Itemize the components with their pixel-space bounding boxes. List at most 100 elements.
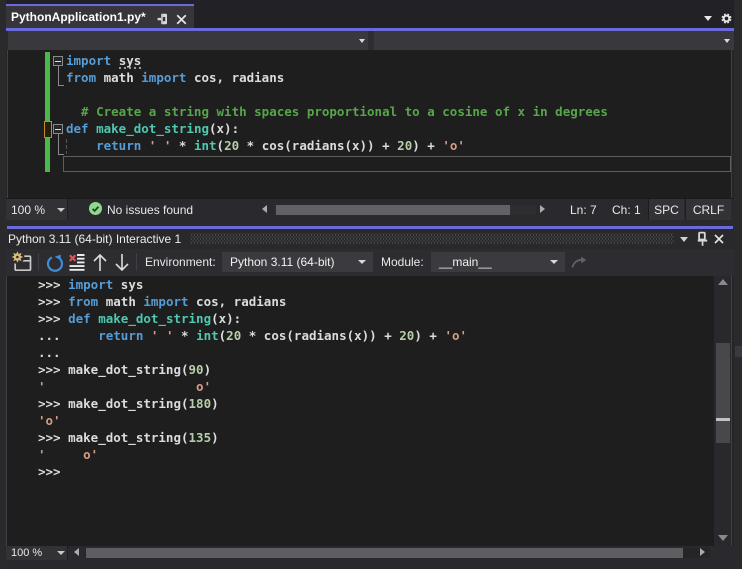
- toolbar-separator: [38, 253, 39, 271]
- code-token: make_dot_string: [96, 120, 209, 136]
- window-menu-chevron-icon[interactable]: [679, 237, 688, 242]
- status-line-ending[interactable]: CRLF: [685, 199, 731, 220]
- code-line: def make_dot_string(x):: [66, 120, 239, 137]
- zoom-level: 100 %: [11, 203, 46, 217]
- code-token: >>> make_dot_string(: [38, 430, 189, 445]
- code-line: # Create a string with spaces proportion…: [66, 103, 608, 120]
- title-drag-grip: [190, 233, 674, 244]
- reset-repl-icon[interactable]: [46, 253, 65, 272]
- fold-minus-icon: [55, 128, 61, 130]
- history-next-icon[interactable]: [114, 253, 130, 272]
- environment-label: Environment:: [145, 255, 216, 269]
- code-token: ' ': [148, 137, 172, 153]
- code-token: math: [98, 294, 144, 309]
- code-token: sys: [118, 52, 142, 68]
- repl-hscrollbar[interactable]: [85, 548, 710, 558]
- repl-hscroll-left-arrow-icon[interactable]: [74, 548, 79, 556]
- nav-members-chevron-icon: [724, 39, 730, 43]
- editor-hscrollbar[interactable]: [274, 205, 536, 215]
- code-token: >>> make_dot_string(: [38, 362, 189, 377]
- code-token: *: [171, 137, 194, 153]
- history-previous-icon[interactable]: [92, 253, 108, 272]
- document-list-chevron-icon[interactable]: [704, 16, 712, 21]
- code-token: ' o': [38, 379, 212, 394]
- fold-region-line-1: [57, 66, 59, 85]
- new-interactive-window-icon[interactable]: [10, 249, 34, 273]
- module-value: __main__: [439, 255, 492, 269]
- code-line: from math import cos, radians: [66, 69, 284, 86]
- repl-hscroll-right-arrow-icon[interactable]: [700, 548, 705, 556]
- nav-types-dropdown[interactable]: [8, 31, 368, 50]
- fold-collapse-box-2[interactable]: [53, 124, 63, 134]
- code-token: 20: [397, 137, 413, 153]
- repl-vscrollbar-thumb[interactable]: [715, 343, 730, 443]
- document-tab[interactable]: PythonApplication1.py*: [6, 4, 194, 28]
- gear-icon[interactable]: [720, 12, 733, 25]
- code-token: int: [196, 328, 219, 343]
- code-token: >>>: [38, 311, 69, 326]
- tab-title: PythonApplication1.py*: [11, 10, 146, 24]
- nav-members-dropdown[interactable]: [374, 31, 734, 50]
- toolbar-separator: [136, 253, 137, 271]
- fold-region-foot-1: [57, 85, 64, 86]
- window-left-frame: [0, 0, 6, 569]
- code-token: ' o': [38, 447, 99, 462]
- document-tab-strip: PythonApplication1.py*: [0, 0, 742, 31]
- code-token: import: [68, 277, 114, 292]
- repl-title-bar[interactable]: Python 3.11 (64-bit) Interactive 1: [0, 229, 742, 249]
- editor-hscrollbar-thumb[interactable]: [276, 205, 510, 215]
- status-line-ending-label: CRLF: [692, 203, 725, 217]
- code-token: ' ': [150, 328, 174, 343]
- code-line: ...: [38, 344, 61, 361]
- no-issues-icon: [89, 202, 102, 215]
- zoom-chevron-icon: [57, 208, 65, 212]
- status-spaces-label: SPC: [654, 203, 679, 217]
- code-token: ...: [38, 345, 61, 360]
- repl-output-area[interactable]: >>> import sys >>> from math import cos, …: [0, 276, 742, 546]
- module-chevron-icon: [550, 260, 558, 264]
- code-token: 135: [188, 430, 212, 445]
- code-token: 20: [226, 328, 242, 343]
- repl-hscrollbar-thumb[interactable]: [86, 548, 683, 558]
- visual-studio-window: PythonApplication1.py* import sys from m…: [0, 0, 742, 569]
- environment-chevron-icon: [358, 260, 366, 264]
- repl-title: Python 3.11 (64-bit) Interactive 1: [8, 232, 182, 246]
- status-spaces-mode[interactable]: SPC: [648, 199, 684, 220]
- hscroll-left-arrow-icon[interactable]: [262, 205, 267, 213]
- code-token: from: [66, 69, 97, 85]
- code-token: * cos(radians(x)) +: [241, 328, 400, 343]
- repl-pin-icon[interactable]: [696, 231, 709, 247]
- zoom-control[interactable]: 100 %: [6, 199, 68, 220]
- repl-zoom-level: 100 %: [11, 547, 43, 559]
- repl-close-icon[interactable]: [713, 233, 725, 245]
- code-token: 90: [188, 362, 204, 377]
- code-token: import: [143, 294, 189, 309]
- code-token: ): [203, 362, 212, 377]
- editor-navigation-bar: [8, 31, 734, 50]
- hscroll-right-arrow-icon[interactable]: [540, 205, 545, 213]
- code-line: >>> from math import cos, radians: [38, 293, 286, 310]
- clear-screen-icon[interactable]: [67, 253, 87, 272]
- code-token: (x):: [209, 120, 240, 136]
- fold-collapse-box-1[interactable]: [53, 56, 63, 66]
- code-editor[interactable]: import sys from math import cos, radians …: [0, 50, 742, 198]
- environment-dropdown[interactable]: Python 3.11 (64-bit): [222, 252, 373, 272]
- code-token: from: [68, 294, 99, 309]
- module-dropdown[interactable]: __main__: [431, 252, 565, 272]
- close-icon[interactable]: [176, 14, 187, 25]
- repl-zoom-control[interactable]: 100 %: [6, 546, 68, 560]
- window-bottom-edge: [0, 561, 742, 569]
- repl-vscrollbar[interactable]: [714, 276, 731, 546]
- vscroll-down-arrow-icon[interactable]: [717, 535, 728, 541]
- code-token: sys: [113, 277, 144, 292]
- code-line: ... return ' ' * int(20 * cos(radians(x)…: [38, 327, 467, 344]
- code-token: cos, radians: [186, 69, 285, 85]
- pin-icon[interactable]: [157, 13, 169, 26]
- code-token: *: [173, 328, 197, 343]
- code-token: def: [66, 120, 89, 136]
- vscroll-up-arrow-icon[interactable]: [717, 279, 728, 285]
- indent-guide: [66, 139, 67, 154]
- code-line: ' o': [38, 378, 211, 395]
